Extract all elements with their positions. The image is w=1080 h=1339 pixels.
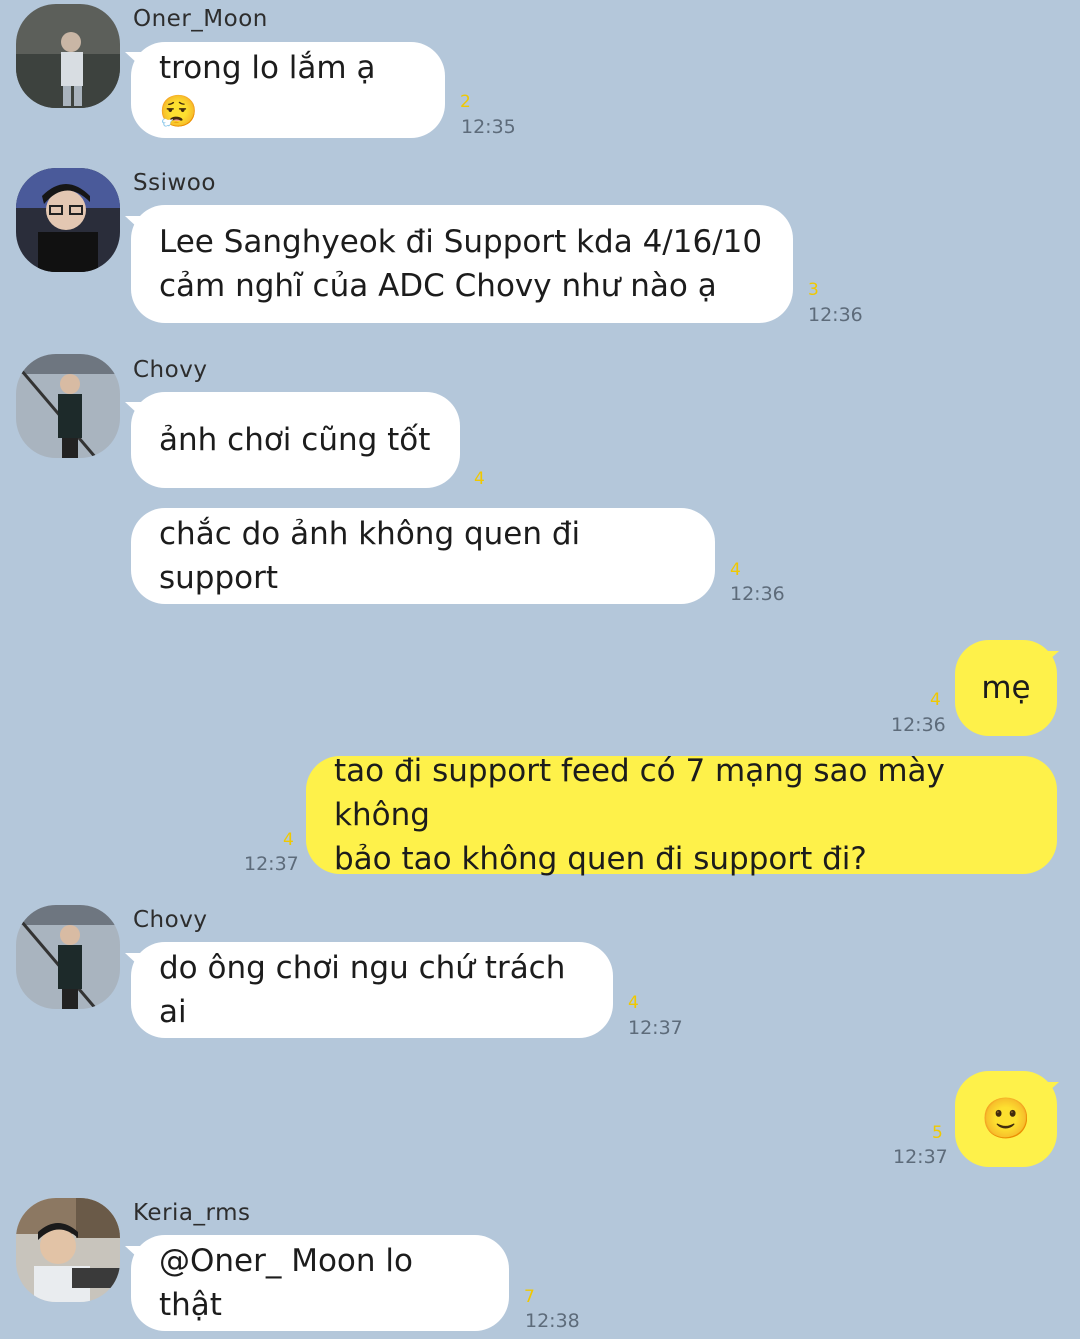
unread-count: 4 [930, 690, 941, 710]
sender-name: Chovy [133, 357, 208, 383]
unread-count: 4 [628, 993, 639, 1013]
unread-count: 2 [460, 92, 471, 112]
message-bubble[interactable]: trong lo lắm ạ 😮‍💨 [131, 42, 445, 138]
avatar-chovy[interactable] [16, 905, 120, 1009]
avatar-ssiwoo[interactable] [16, 168, 120, 272]
message-text: @Oner_ Moon lo thật [159, 1243, 413, 1323]
message-time: 12:37 [893, 1146, 948, 1168]
message-bubble[interactable]: do ông chơi ngu chứ trách ai [131, 942, 613, 1038]
message-time: 12:38 [525, 1310, 580, 1332]
message-text: mẹ [981, 670, 1031, 706]
message-bubble[interactable]: @Oner_ Moon lo thật [131, 1235, 509, 1331]
message-bubble[interactable]: Lee Sanghyeok đi Support kda 4/16/10 cảm… [131, 205, 793, 323]
message-text: ảnh chơi cũng tốt [159, 422, 431, 458]
sender-name: Ssiwoo [133, 170, 216, 196]
message-text: trong lo lắm ạ 😮‍💨 [159, 50, 376, 130]
unread-count: 4 [283, 830, 294, 850]
sender-name: Chovy [133, 907, 208, 933]
message-time: 12:37 [244, 853, 299, 875]
message-time: 12:36 [730, 583, 785, 605]
message-time: 12:37 [628, 1017, 683, 1039]
message-bubble[interactable]: ảnh chơi cũng tốt [131, 392, 460, 488]
message-text: do ông chơi ngu chứ trách ai [159, 950, 566, 1030]
unread-count: 4 [474, 469, 485, 489]
unread-count: 5 [932, 1123, 943, 1143]
avatar-keria[interactable] [16, 1198, 120, 1302]
message-text: Lee Sanghyeok đi Support kda 4/16/10 cảm… [159, 224, 763, 304]
sender-name: Keria_rms [133, 1200, 251, 1226]
unread-count: 4 [730, 560, 741, 580]
avatar-oner-moon[interactable] [16, 4, 120, 108]
message-time: 12:36 [808, 304, 863, 326]
emoji-icon: 🙂 [981, 1096, 1031, 1142]
message-bubble[interactable]: mẹ [955, 640, 1057, 736]
message-text: tao đi support feed có 7 mạng sao mày kh… [334, 753, 945, 877]
unread-count: 7 [524, 1287, 535, 1307]
message-time: 12:36 [891, 714, 946, 736]
message-text: chắc do ảnh không quen đi support [159, 516, 581, 596]
avatar-chovy[interactable] [16, 354, 120, 458]
message-bubble[interactable]: 🙂 [955, 1071, 1057, 1167]
message-bubble[interactable]: chắc do ảnh không quen đi support [131, 508, 715, 604]
unread-count: 3 [808, 280, 819, 300]
message-bubble[interactable]: tao đi support feed có 7 mạng sao mày kh… [306, 753, 1057, 877]
message-time: 12:35 [461, 116, 516, 138]
sender-name: Oner_Moon [133, 6, 268, 32]
